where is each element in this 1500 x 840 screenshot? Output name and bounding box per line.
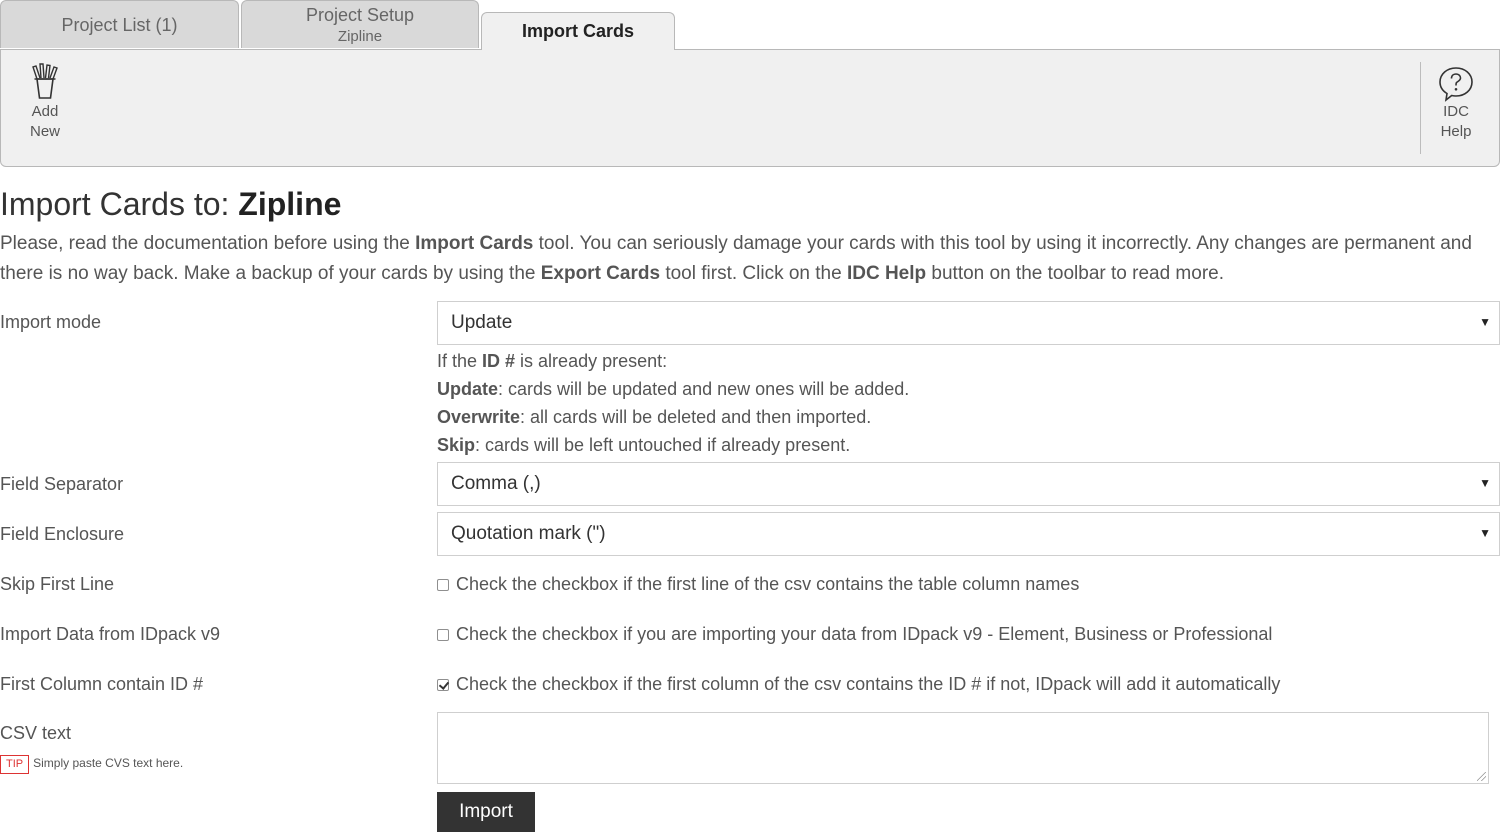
toolbar: Add New IDC Help [0, 49, 1500, 167]
import-mode-value: Update [451, 312, 513, 333]
first-column-id-row: Check the checkbox if the first column o… [437, 674, 1280, 695]
intro-bold-import-cards: Import Cards [415, 233, 534, 254]
tab-project-setup-sublabel: Zipline [337, 28, 383, 45]
help-skip-bold: Skip [437, 435, 476, 455]
tab-project-list-label: Project List (1) [61, 15, 178, 35]
tab-project-list[interactable]: Project List (1) [0, 0, 239, 48]
resize-handle-icon[interactable] [1477, 772, 1486, 781]
field-enclosure-value: Quotation mark (") [451, 523, 606, 544]
help-skip-text: : cards will be left untouched if alread… [475, 435, 851, 455]
import-idpack-text: Check the checkbox if you are importing … [456, 624, 1273, 644]
import-idpack-label: Import Data from IDpack v9 [0, 624, 221, 644]
skip-first-line-row: Check the checkbox if the first line of … [437, 574, 1079, 595]
field-enclosure-select[interactable]: Quotation mark (") ▼ [437, 512, 1500, 556]
help-intro-line: If the ID # is already present: [437, 347, 909, 375]
csv-text-label: CSV text [0, 723, 72, 743]
skip-first-line-checkbox[interactable] [437, 579, 449, 591]
page-title-prefix: Import Cards to: [0, 186, 239, 222]
tab-import-cards[interactable]: Import Cards [481, 12, 675, 50]
intro-part-3: tool first. Click on the [660, 263, 847, 284]
help-intro-post: is already present: [515, 351, 668, 371]
tab-import-cards-label: Import Cards [521, 21, 635, 41]
import-idpack-row: Check the checkbox if you are importing … [437, 624, 1272, 645]
idc-help-label-line1: IDC [1443, 103, 1469, 120]
question-bubble-icon [1439, 67, 1473, 102]
help-intro-pre: If the [437, 351, 483, 371]
help-update-line: Update: cards will be updated and new on… [437, 375, 909, 403]
page-title: Import Cards to: Zipline [0, 186, 341, 223]
add-new-button[interactable]: Add New [15, 62, 75, 142]
tab-project-setup-label: Project Setup [305, 5, 415, 25]
import-idpack-checkbox[interactable] [437, 629, 449, 641]
field-separator-value: Comma (,) [451, 473, 541, 494]
import-mode-help: If the ID # is already present: Update: … [437, 347, 909, 459]
help-overwrite-bold: Overwrite [437, 407, 521, 427]
chevron-down-icon: ▼ [1479, 526, 1491, 540]
csv-textarea[interactable] [437, 712, 1489, 784]
chevron-down-icon: ▼ [1479, 315, 1491, 329]
field-enclosure-label: Field Enclosure [0, 524, 125, 544]
field-separator-select[interactable]: Comma (,) ▼ [437, 462, 1500, 506]
help-intro-bold: ID # [482, 351, 516, 371]
first-column-id-checkbox[interactable] [437, 679, 449, 691]
add-new-label-line2: New [29, 123, 60, 140]
chevron-down-icon: ▼ [1479, 476, 1491, 490]
idc-help-button[interactable]: IDC Help [1427, 66, 1485, 142]
import-mode-label: Import mode [0, 312, 102, 332]
help-skip-line: Skip: cards will be left untouched if al… [437, 431, 909, 459]
intro-bold-export-cards: Export Cards [540, 263, 661, 284]
pencil-cup-icon [32, 63, 58, 99]
skip-first-line-label: Skip First Line [0, 574, 115, 594]
tip-text: Simply paste CVS text here. [33, 756, 184, 770]
first-column-id-text: Check the checkbox if the first column o… [456, 674, 1281, 694]
intro-bold-idc-help: IDC Help [846, 263, 927, 284]
project-name: Zipline [238, 186, 342, 222]
first-column-id-label: First Column contain ID # [0, 674, 204, 694]
help-update-bold: Update [437, 379, 499, 399]
tab-project-setup[interactable]: Project Setup Zipline [241, 0, 479, 48]
idc-help-label-line2: Help [1440, 123, 1472, 140]
help-overwrite-text: : all cards will be deleted and then imp… [520, 407, 872, 427]
import-mode-select[interactable]: Update ▼ [437, 301, 1500, 345]
intro-part-1: Please, read the documentation before us… [0, 233, 416, 254]
intro-text: Please, read the documentation before us… [0, 229, 1495, 289]
toolbar-divider [1420, 62, 1421, 154]
intro-part-4: button on the toolbar to read more. [926, 263, 1224, 284]
help-overwrite-line: Overwrite: all cards will be deleted and… [437, 403, 909, 431]
tab-bar: Project List (1) Project Setup Zipline I… [0, 0, 1500, 50]
field-separator-label: Field Separator [0, 474, 124, 494]
help-update-text: : cards will be updated and new ones wil… [498, 379, 910, 399]
tip-badge: TIP [0, 755, 30, 774]
csv-tip: TIP Simply paste CVS text here. [0, 754, 183, 774]
skip-first-line-text: Check the checkbox if the first line of … [456, 574, 1080, 594]
import-button[interactable]: Import [437, 792, 535, 832]
add-new-label-line1: Add [31, 103, 59, 120]
